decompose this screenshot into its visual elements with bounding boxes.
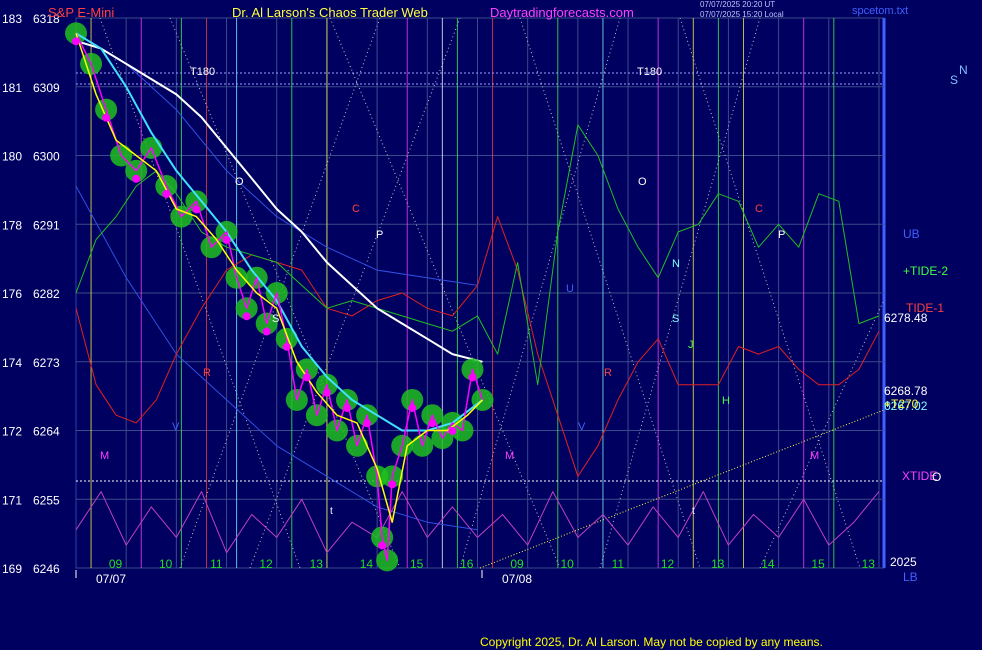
y-label-a: 183: [2, 12, 22, 26]
x-hour-label: 11: [210, 557, 223, 571]
y-label-b: 6309: [33, 81, 60, 95]
y-label-b: 6246: [33, 562, 60, 576]
site-link[interactable]: Daytradingforecasts.com: [490, 5, 634, 20]
y-label-a: 176: [2, 287, 22, 301]
date-label: 07/07: [96, 572, 126, 586]
x-hour-label: 15: [410, 557, 424, 571]
price-dot: [343, 403, 352, 412]
annotation-n: N: [672, 258, 680, 270]
t180-label: T180: [190, 66, 215, 78]
annotation-p: P: [778, 229, 785, 241]
x-hour-label: 15: [811, 557, 825, 571]
annotation-t: t: [330, 506, 333, 517]
local-time: 07/07/2025 15:20 Local: [700, 10, 784, 19]
chart-title: Dr. Al Larson's Chaos Trader Web: [232, 5, 428, 20]
y-label-b: 6282: [33, 287, 60, 301]
x-hour-label: 10: [159, 557, 173, 571]
annotation-v: V: [578, 421, 586, 433]
price-dot: [72, 37, 80, 46]
compass-n-label: N: [959, 63, 968, 77]
price-dot: [162, 190, 171, 199]
annotation-j: J: [688, 339, 694, 351]
t180-label: T180: [637, 66, 662, 78]
price-dot: [448, 426, 457, 435]
symbol-title: S&P E-Mini: [48, 5, 115, 20]
date-label: 07/08: [502, 572, 532, 586]
price-dot: [262, 327, 271, 336]
x-hour-label: 14: [360, 557, 374, 571]
price-dot: [363, 419, 372, 428]
file-name: spcetom.txt: [852, 5, 909, 17]
price-dot: [222, 235, 231, 244]
x-hour-label: 13: [711, 557, 725, 571]
annotation-r: R: [604, 367, 612, 379]
price-dot: [388, 480, 397, 489]
copyright-notice: Copyright 2025, Dr. Al Larson. May not b…: [480, 635, 823, 649]
y-label-a: 169: [2, 562, 22, 576]
annotation-u: U: [566, 283, 574, 295]
x-hour-label: 16: [460, 557, 474, 571]
x-hour-label: 13: [862, 557, 876, 571]
price-dot: [322, 388, 331, 397]
annotation-t: t: [692, 506, 695, 517]
year-label: 2025: [890, 555, 917, 569]
price-dot: [282, 342, 291, 351]
y-label-a: 181: [2, 81, 22, 95]
annotation-s: S: [272, 313, 279, 325]
price-dot: [102, 113, 111, 122]
price-label-b: 6268.78: [884, 384, 928, 398]
annotation-h: H: [722, 395, 730, 407]
annotation-m: M: [100, 450, 109, 462]
x-hour-label: 13: [310, 557, 324, 571]
annotation-m: M: [810, 450, 819, 462]
x-hour-label: 10: [561, 557, 575, 571]
price-dot: [192, 205, 201, 214]
annotation-c: C: [755, 203, 763, 215]
price-dot: [468, 373, 477, 382]
fast-ma-line: [75, 32, 484, 432]
y-label-b: 6273: [33, 356, 60, 370]
ub-label: UB: [903, 227, 920, 241]
x-hour-label: 12: [661, 557, 675, 571]
y-label-b: 6291: [33, 218, 60, 232]
annotation-m: M: [505, 450, 514, 462]
tide2-label: +TIDE-2: [903, 264, 948, 278]
ut-time: 07/07/2025 20:20 UT: [700, 0, 776, 9]
price-dot: [242, 312, 251, 321]
price-label-d: +T270: [884, 397, 919, 411]
lb-label: LB: [903, 570, 918, 584]
y-label-a: 180: [2, 150, 22, 164]
price-dot: [132, 174, 141, 183]
x-hour-label: 11: [612, 557, 625, 571]
trend-line: [479, 409, 885, 569]
compass-s-label: S: [950, 73, 958, 87]
y-label-a: 174: [2, 356, 22, 370]
price-dot: [428, 419, 437, 428]
annotation-o: O: [638, 176, 647, 188]
price-dot: [408, 403, 417, 412]
price-dot: [302, 373, 311, 382]
price-label-a: 6278.48: [884, 311, 928, 325]
y-label-a: 178: [2, 218, 22, 232]
y-label-b: 6255: [33, 493, 60, 507]
x-hour-label: 14: [761, 557, 775, 571]
xtide-o-label: O: [932, 470, 941, 484]
annotation-p: P: [376, 229, 383, 241]
annotation-c: C: [352, 203, 360, 215]
annotation-o: O: [235, 176, 244, 188]
chaos-chart: 183 6318181 6309180 6300178 6291176 6282174 62…: [2, 12, 968, 586]
price-dot: [378, 541, 387, 550]
annotation-v: V: [172, 421, 180, 433]
y-label-b: 6300: [33, 150, 60, 164]
annotation-s: S: [672, 313, 679, 325]
x-hour-label: 12: [259, 557, 273, 571]
x-hour-label: 09: [109, 557, 123, 571]
y-label-b: 6264: [33, 425, 60, 439]
x-hour-label: 09: [510, 557, 524, 571]
annotation-r: R: [203, 367, 211, 379]
chart-window: 183 6318 181 6309 180 6300 178 6291 176 6282 174 62…: [0, 0, 982, 650]
y-label-a: 171: [2, 493, 22, 507]
y-label-a: 172: [2, 425, 22, 439]
